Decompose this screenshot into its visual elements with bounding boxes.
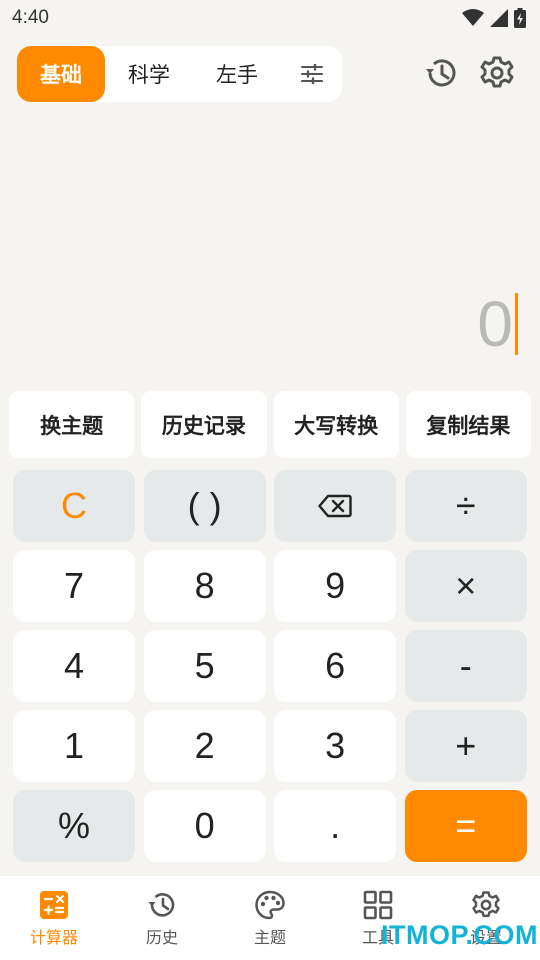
quick-actions: 换主题 历史记录 大写转换 复制结果 [9,391,531,458]
history-icon [426,59,456,87]
display-value: 0 [477,288,513,360]
history-icon [148,893,175,917]
subtract-key[interactable]: - [404,630,527,702]
tab-settings[interactable] [281,46,342,102]
backspace-key[interactable] [274,470,397,542]
digit-1-key[interactable]: 1 [13,710,135,782]
result-display[interactable]: 0 [477,288,518,360]
nav-history[interactable]: 历史 [108,876,216,960]
calculator-icon [40,891,68,919]
digit-5-key[interactable]: 5 [143,630,266,702]
tab-scientific[interactable]: 科学 [105,46,193,102]
digit-2-key[interactable]: 2 [143,710,266,782]
gear-icon [480,56,514,88]
nav-theme[interactable]: 主题 [216,876,324,960]
tab-basic[interactable]: 基础 [17,46,105,102]
digit-0-key[interactable]: 0 [143,790,266,862]
digit-6-key[interactable]: 6 [274,630,397,702]
digit-3-key[interactable]: 3 [274,710,397,782]
parentheses-key[interactable]: ( ) [143,470,266,542]
gear-icon [472,891,500,918]
digit-4-key[interactable]: 4 [13,630,135,702]
signal-icon [490,9,508,27]
digit-7-key[interactable]: 7 [13,550,135,622]
sliders-icon [300,64,323,84]
wifi-icon [462,9,484,26]
nav-label: 计算器 [29,928,78,947]
history-record-button[interactable]: 历史记录 [141,391,267,458]
copy-result-button[interactable]: 复制结果 [405,391,531,458]
decimal-key[interactable]: . [274,790,397,862]
clear-key[interactable]: C [13,470,135,542]
settings-button[interactable] [479,55,515,91]
digit-8-key[interactable]: 8 [143,550,266,622]
digit-9-key[interactable]: 9 [274,550,397,622]
add-key[interactable]: + [404,710,527,782]
multiply-key[interactable]: × [404,550,527,622]
nav-calculator[interactable]: 计算器 [0,876,108,960]
palette-icon [255,890,285,920]
watermark: ITMOP.COM [381,920,539,950]
keypad: C ( ) ÷ 7 8 9 × 4 5 6 - 1 2 3 + % 0 . = [13,470,527,862]
grid-icon [363,890,393,920]
uppercase-convert-button[interactable]: 大写转换 [273,391,399,458]
backspace-icon [318,494,352,518]
status-icons [462,8,526,28]
percent-key[interactable]: % [13,790,135,862]
battery-icon [514,8,526,28]
divide-key[interactable]: ÷ [404,470,527,542]
change-theme-button[interactable]: 换主题 [9,391,135,458]
status-time: 4:40 [12,7,49,28]
mode-tabs: 基础 科学 左手 [17,46,342,102]
status-bar: 4:40 [0,0,540,36]
tab-left-hand[interactable]: 左手 [193,46,281,102]
history-button[interactable] [423,55,459,91]
nav-label: 主题 [253,928,286,947]
nav-label: 历史 [145,928,178,947]
text-cursor [515,293,518,355]
equals-key[interactable]: = [404,790,527,862]
